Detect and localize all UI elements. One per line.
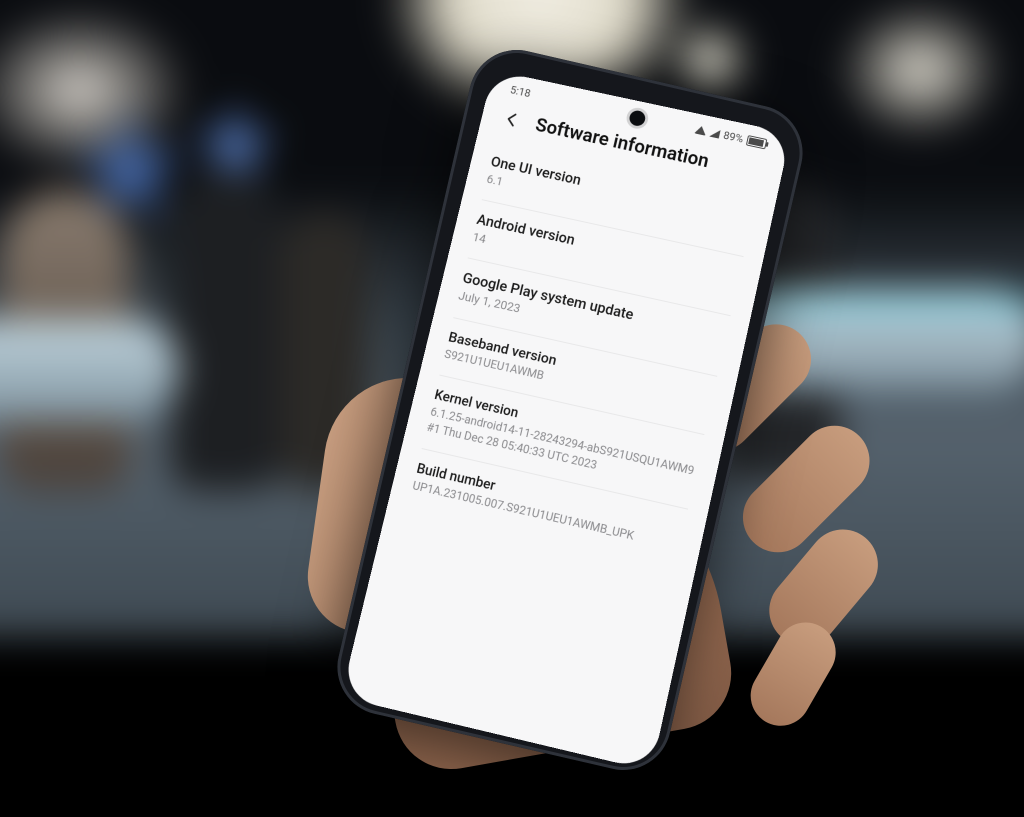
back-button[interactable]: [499, 107, 525, 132]
chevron-left-icon: [502, 109, 523, 129]
battery-icon: [746, 135, 768, 149]
wifi-icon: [694, 125, 707, 136]
signal-icon: [709, 128, 720, 138]
person-blur: [170, 170, 280, 490]
person-blur: [280, 210, 370, 490]
desk-blur: [0, 320, 180, 420]
